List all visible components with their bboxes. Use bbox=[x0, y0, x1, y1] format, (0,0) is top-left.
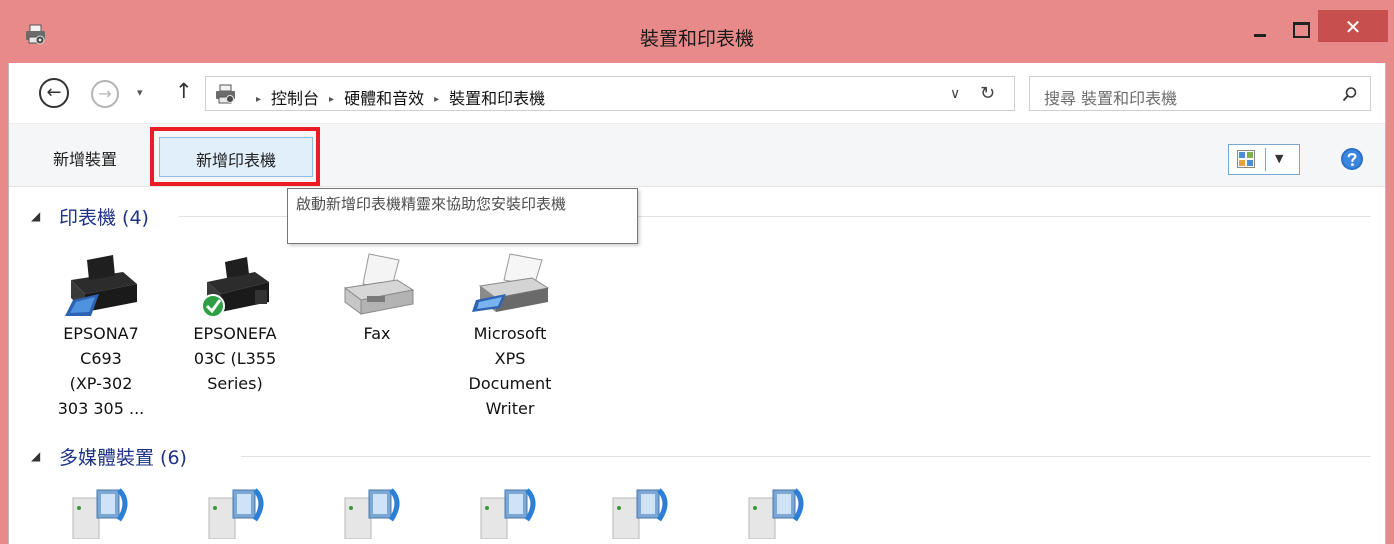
title-bar[interactable]: 裝置和印表機 ✕ bbox=[0, 0, 1394, 63]
media-device-icon[interactable] bbox=[67, 484, 137, 539]
window: 裝置和印表機 ✕ ← → ▾ ↑ ▸ 控制台 ▸ 硬體和音效 ▸ 裝置和印表機 … bbox=[0, 0, 1394, 544]
search-icon[interactable] bbox=[1342, 86, 1358, 102]
group-divider bbox=[241, 456, 1371, 457]
breadcrumb-separator-icon[interactable]: ▸ bbox=[256, 94, 261, 105]
breadcrumb-separator-icon[interactable]: ▸ bbox=[329, 94, 334, 105]
close-button[interactable]: ✕ bbox=[1318, 10, 1388, 42]
device-label-line: Document bbox=[468, 374, 552, 393]
device-label: Fax bbox=[317, 321, 437, 346]
printers-group-title: 印表機 (4) bbox=[59, 207, 149, 229]
device-label-line: C693 bbox=[80, 349, 122, 368]
device-label-line: EPSONEFA bbox=[193, 324, 277, 343]
printers-group-header[interactable]: ◢ 印表機 (4) bbox=[31, 203, 1371, 231]
control-panel-printer-icon bbox=[216, 84, 235, 104]
breadcrumb-separator-icon[interactable]: ▸ bbox=[434, 94, 439, 105]
device-label-line: Writer bbox=[485, 399, 535, 418]
device-label-line: Microsoft bbox=[473, 324, 547, 343]
printer-icon bbox=[65, 255, 137, 316]
add-device-button[interactable]: 新增裝置 bbox=[53, 146, 117, 170]
add-printer-tooltip: 啟動新增印表機精靈來協助您安裝印表機 bbox=[287, 188, 638, 244]
back-button[interactable]: ← bbox=[39, 78, 69, 108]
navigation-bar: ← → ▾ ↑ ▸ 控制台 ▸ 硬體和音效 ▸ 裝置和印表機 ∨ ↻ 搜尋 裝置… bbox=[9, 63, 1385, 123]
device-label-line: Series) bbox=[207, 374, 263, 393]
view-button-divider bbox=[1265, 148, 1266, 171]
refresh-icon[interactable]: ↻ bbox=[980, 83, 995, 104]
maximize-button[interactable] bbox=[1280, 10, 1320, 42]
device-microsoft-xps-writer[interactable]: Microsoft XPS Document Writer bbox=[450, 250, 570, 421]
highlight-box bbox=[150, 127, 320, 186]
device-label-line: XPS bbox=[494, 349, 526, 368]
breadcrumb: ▸ 控制台 ▸ 硬體和音效 ▸ 裝置和印表機 bbox=[246, 85, 545, 109]
up-button[interactable]: ↑ bbox=[175, 79, 195, 103]
media-device-icon[interactable] bbox=[339, 484, 409, 539]
device-label: EPSONEFA 03C (L355 Series) bbox=[175, 321, 295, 396]
multimedia-group-header[interactable]: ◢ 多媒體裝置 (6) bbox=[31, 443, 1371, 471]
collapse-arrow-icon[interactable]: ◢ bbox=[31, 449, 40, 463]
window-title: 裝置和印表機 bbox=[639, 28, 754, 50]
media-device-icon[interactable] bbox=[743, 484, 813, 539]
multimedia-group-title: 多媒體裝置 (6) bbox=[59, 447, 187, 469]
address-bar[interactable]: ▸ 控制台 ▸ 硬體和音效 ▸ 裝置和印表機 ∨ ↻ bbox=[205, 76, 1015, 111]
back-arrow-icon: ← bbox=[46, 82, 62, 103]
change-view-button[interactable]: ▼ bbox=[1228, 144, 1300, 175]
view-dropdown-icon[interactable]: ▼ bbox=[1275, 152, 1283, 165]
help-icon[interactable] bbox=[1340, 147, 1364, 171]
device-label-line: 303 305 ... bbox=[57, 399, 145, 418]
printer-icon bbox=[201, 257, 269, 318]
search-placeholder: 搜尋 裝置和印表機 bbox=[1044, 89, 1178, 108]
search-input[interactable]: 搜尋 裝置和印表機 bbox=[1029, 76, 1371, 111]
printer-icon bbox=[472, 253, 550, 312]
address-dropdown-icon[interactable]: ∨ bbox=[950, 86, 960, 102]
device-label-line: EPSONA7 bbox=[63, 324, 139, 343]
command-bar: 新增裝置 新增印表機 ▼ bbox=[9, 123, 1385, 187]
breadcrumb-hardware-sound[interactable]: 硬體和音效 bbox=[344, 89, 424, 108]
forward-arrow-icon: → bbox=[98, 84, 112, 103]
collapse-arrow-icon[interactable]: ◢ bbox=[31, 209, 40, 223]
breadcrumb-control-panel[interactable]: 控制台 bbox=[271, 89, 319, 108]
explorer-pane: ← → ▾ ↑ ▸ 控制台 ▸ 硬體和音效 ▸ 裝置和印表機 ∨ ↻ 搜尋 裝置… bbox=[8, 63, 1386, 544]
device-printer-epson-l355[interactable]: EPSONEFA 03C (L355 Series) bbox=[175, 250, 295, 396]
forward-button[interactable]: → bbox=[91, 80, 119, 108]
breadcrumb-devices-printers[interactable]: 裝置和印表機 bbox=[449, 89, 545, 108]
fax-icon bbox=[343, 253, 415, 315]
media-device-icon[interactable] bbox=[475, 484, 545, 539]
close-icon: ✕ bbox=[1344, 15, 1362, 39]
minimize-button[interactable] bbox=[1240, 10, 1280, 42]
device-printer-epson-xp302[interactable]: EPSONA7 C693 (XP-302 303 305 ... bbox=[41, 250, 161, 421]
device-label-line: (XP-302 bbox=[69, 374, 133, 393]
media-device-icon[interactable] bbox=[203, 484, 273, 539]
recent-locations-dropdown[interactable]: ▾ bbox=[137, 86, 149, 99]
view-tiles-icon bbox=[1237, 150, 1255, 168]
device-label: EPSONA7 C693 (XP-302 303 305 ... bbox=[41, 321, 161, 421]
device-label: Microsoft XPS Document Writer bbox=[450, 321, 570, 421]
device-label-line: 03C (L355 bbox=[193, 349, 277, 368]
media-device-icon[interactable] bbox=[607, 484, 677, 539]
device-fax[interactable]: Fax bbox=[317, 250, 437, 346]
device-label-line: Fax bbox=[363, 324, 391, 343]
